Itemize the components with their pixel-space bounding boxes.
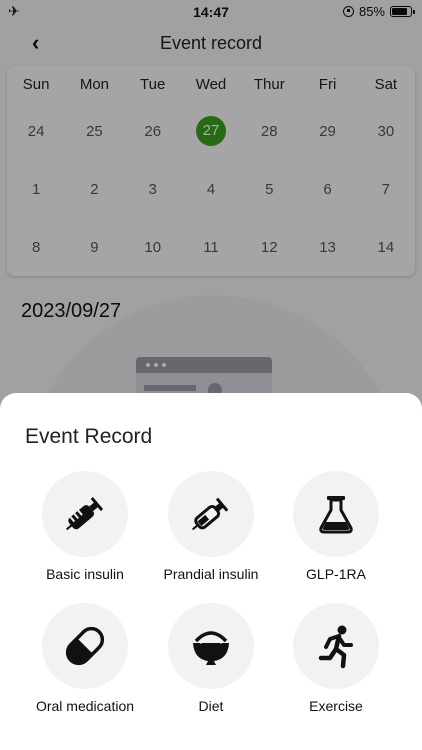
basic-insulin-button[interactable]: Basic insulin [15, 471, 155, 582]
glp1ra-label: GLP-1RA [306, 566, 366, 582]
syringe-icon [42, 471, 128, 557]
diet-label: Diet [198, 698, 224, 714]
diet-button[interactable]: Diet [141, 603, 281, 714]
glp1ra-button[interactable]: GLP-1RA [266, 471, 406, 582]
syringe-outline-icon [168, 471, 254, 557]
oral-medication-button[interactable]: Oral medication [15, 603, 155, 714]
pill-icon [42, 603, 128, 689]
event-record-sheet: Event Record Basic insulin Prandial insu… [0, 393, 422, 750]
exercise-label: Exercise [309, 698, 363, 714]
running-icon [293, 603, 379, 689]
sheet-title: Event Record [25, 425, 153, 448]
oral-medication-label: Oral medication [35, 698, 135, 714]
exercise-button[interactable]: Exercise [266, 603, 406, 714]
prandial-insulin-label: Prandial insulin [163, 566, 259, 582]
flask-icon [293, 471, 379, 557]
prandial-insulin-button[interactable]: Prandial insulin [141, 471, 281, 582]
basic-insulin-label: Basic insulin [46, 566, 124, 582]
bowl-icon [168, 603, 254, 689]
